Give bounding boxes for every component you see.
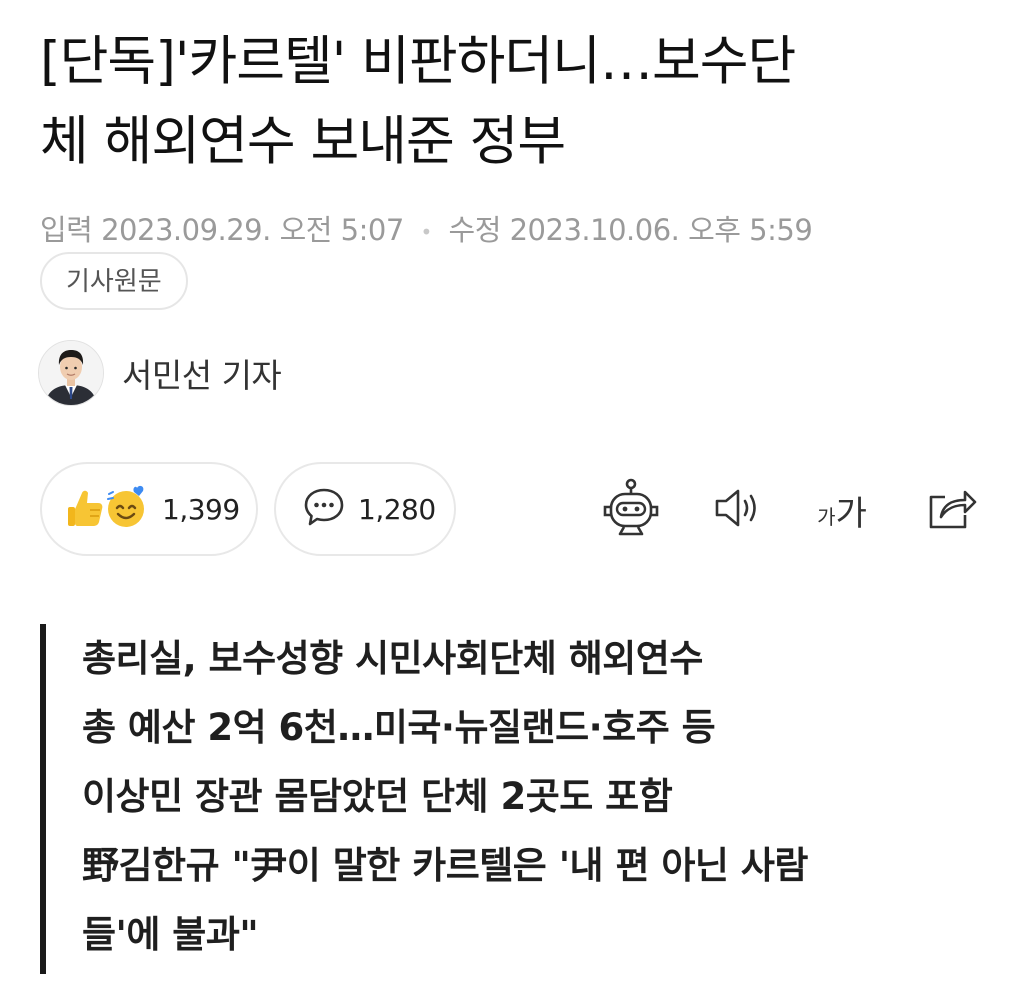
share-icon (925, 483, 979, 537)
article-timestamps: 입력 2023.09.29. 오전 5:07 • 수정 2023.10.06. … (40, 208, 813, 254)
font-size-small-label: 가 (817, 504, 836, 529)
headline-line-2: 체 해외연수 보내준 정부 (40, 111, 566, 172)
input-label: 입력 (40, 213, 93, 247)
article-headline: [단독]'카르텔' 비판하더니…보수단 체 해외연수 보내준 정부 (40, 22, 990, 182)
reaction-count: 1,399 (162, 492, 240, 526)
author-avatar[interactable] (38, 340, 104, 406)
robot-summary-icon (600, 477, 662, 543)
author-name[interactable]: 서민선 기자 (122, 349, 282, 397)
separator-dot: • (420, 220, 433, 244)
summary-line: 野김한규 "尹이 말한 카르텔은 '내 편 아닌 사람 (82, 844, 808, 887)
comment-count: 1,280 (358, 492, 436, 526)
modified-datetime: 2023.10.06. 오후 5:59 (509, 213, 813, 247)
smile-emoji-icon (104, 484, 150, 534)
listen-button[interactable] (708, 478, 768, 542)
thumbs-up-emoji-icon (66, 485, 106, 533)
ai-summary-button[interactable] (598, 478, 664, 542)
speech-bubble-icon (302, 485, 346, 533)
comment-button[interactable]: 1,280 (274, 462, 456, 556)
article-summary: 총리실, 보수성향 시민사회단체 해외연수 총 예산 2억 6천…미국·뉴질랜드… (40, 624, 940, 974)
share-button[interactable] (922, 478, 982, 542)
input-datetime: 2023.09.29. 오전 5:07 (101, 213, 404, 247)
author-byline[interactable]: 서민선 기자 (38, 340, 282, 406)
summary-line: 이상민 장관 몸담았던 단체 2곳도 포함 (82, 775, 673, 818)
modified-label: 수정 (448, 213, 502, 247)
font-size-button[interactable]: 가 가 (806, 478, 878, 542)
headline-line-1: [단독]'카르텔' 비판하더니…보수단 (40, 31, 796, 92)
summary-line: 총 예산 2억 6천…미국·뉴질랜드·호주 등 (82, 706, 716, 749)
reaction-button[interactable]: 1,399 (40, 462, 258, 556)
summary-line: 총리실, 보수성향 시민사회단체 해외연수 (82, 637, 703, 680)
summary-line: 들'에 불과" (82, 913, 259, 956)
font-size-large-label: 가 (835, 493, 867, 534)
original-article-button[interactable]: 기사원문 (40, 252, 188, 310)
speaker-icon (711, 486, 765, 534)
